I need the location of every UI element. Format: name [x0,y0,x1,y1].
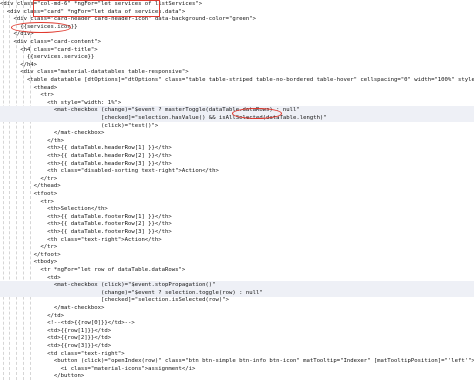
highlight-oval-icon [11,22,71,33]
code-editor[interactable]: <div class="col-md-6" *ngFor="let servic… [0,0,474,380]
highlight-box-ngfor [33,0,160,17]
code-line[interactable]: </button> [0,372,474,380]
highlight-oval-datarows [232,108,282,119]
